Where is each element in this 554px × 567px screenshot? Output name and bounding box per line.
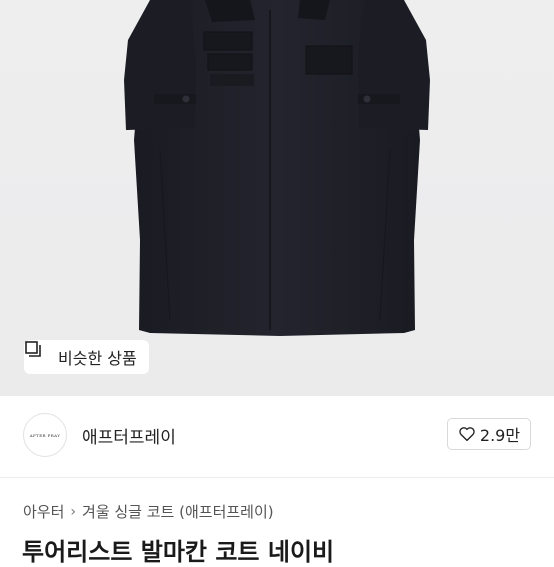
seller-avatar[interactable]: AFTER PRAY [23,413,67,457]
breadcrumb-item-category[interactable]: 아우터 [23,501,64,522]
product-title: 투어리스트 발마칸 코트 네이비 [22,538,335,566]
product-image[interactable]: 비슷한 상품 [0,0,554,396]
similar-products-label: 비슷한 상품 [58,349,137,368]
like-count: 2.9만 [479,426,521,445]
seller-name[interactable]: 애프터프레이 [82,423,176,448]
seller-row[interactable]: AFTER PRAY 애프터프레이 2.9만 [0,396,554,478]
chevron-right-icon: › [70,503,77,520]
similar-items-icon [25,341,52,366]
coat-image [124,0,430,336]
like-button[interactable]: 2.9만 [447,418,531,450]
similar-products-button[interactable]: 비슷한 상품 [24,340,149,374]
avatar-logo-text: AFTER PRAY [29,432,61,438]
heart-icon [459,427,475,442]
breadcrumb: 아우터 › 겨울 싱글 코트 (애프터프레이) [23,501,274,522]
breadcrumb-item-subcategory[interactable]: 겨울 싱글 코트 (애프터프레이) [82,501,274,522]
